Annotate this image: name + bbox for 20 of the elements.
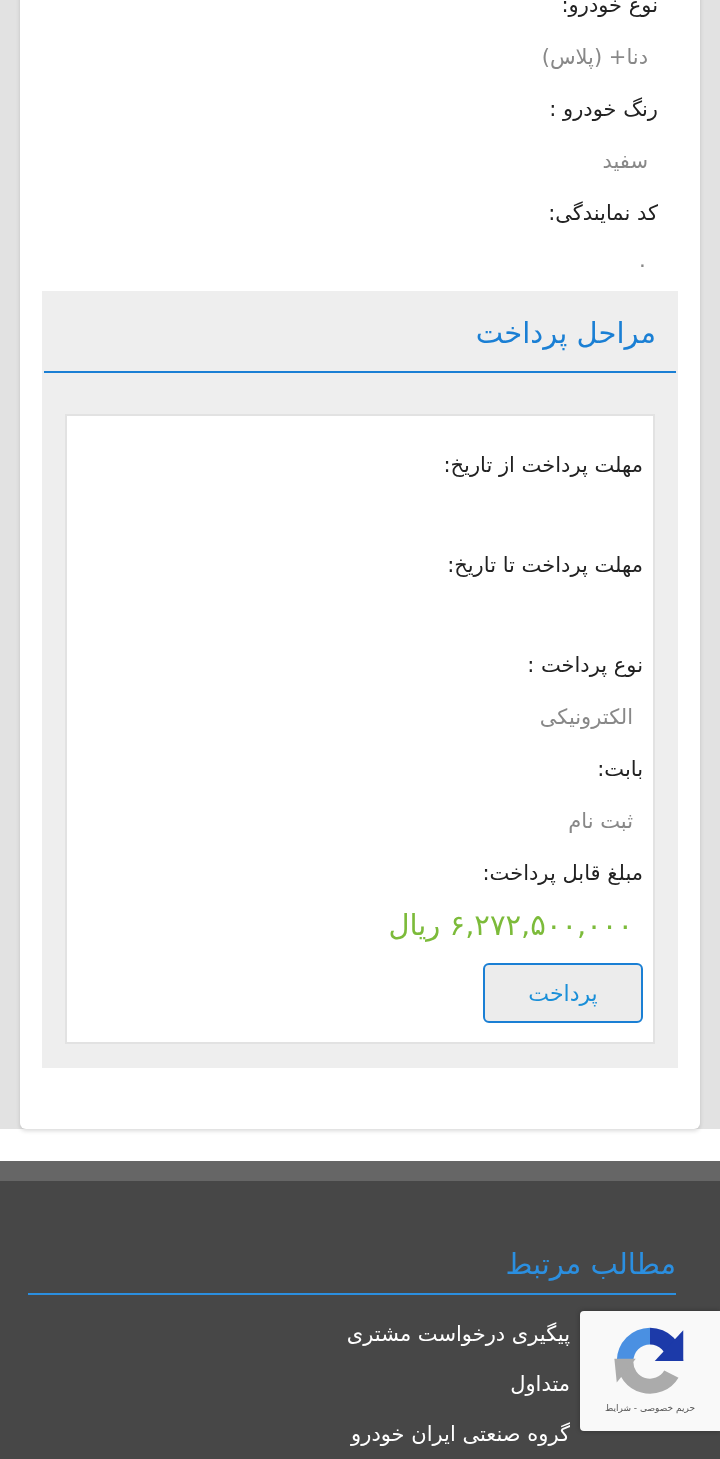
privacy-terms-text[interactable]: حریم خصوصی - شرایط [604, 1403, 696, 1413]
field-value: دنا+ (پلاس) [540, 44, 649, 71]
related-link[interactable]: متداول [510, 1359, 570, 1409]
field-value: سفید [601, 148, 649, 175]
field-value: ثبت نام [567, 808, 634, 835]
field-label: کد نمایندگی: [547, 200, 658, 227]
field-value: الکترونیکی [538, 704, 634, 731]
field-value: ۰ [635, 252, 649, 279]
field-label: رنگ خودرو : [548, 96, 658, 123]
field-label: نوع پرداخت : [526, 652, 643, 679]
related-title: مطالب مرتبط [28, 1239, 676, 1295]
field-label: مبلغ قابل پرداخت: [481, 860, 643, 887]
field-label: مهلت پرداخت تا تاریخ: [446, 552, 643, 579]
field-label: بابت: [596, 756, 643, 783]
section-title: مراحل پرداخت [44, 291, 676, 373]
related-link[interactable]: پیگیری درخواست مشتری [346, 1309, 570, 1359]
related-link[interactable]: گروه صنعتی ایران خودرو [351, 1409, 570, 1459]
amount-value: ۶,۲۷۲,۵۰۰,۰۰۰ ریال [387, 907, 634, 944]
field-label: مهلت پرداخت از تاریخ: [442, 452, 643, 479]
field-label: نوع خودرو: [560, 0, 658, 19]
